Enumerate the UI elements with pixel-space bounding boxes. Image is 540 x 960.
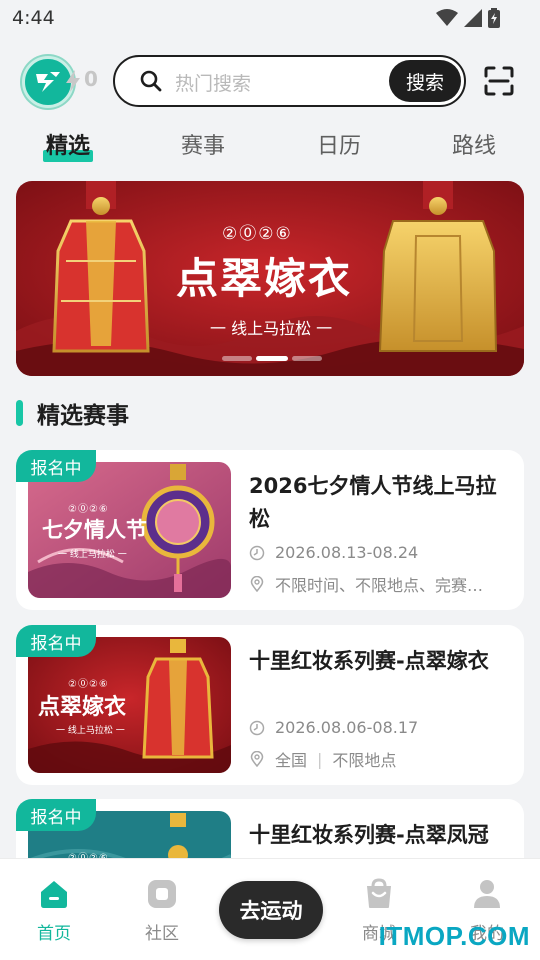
event-location: 全国 bbox=[275, 751, 308, 770]
nav-community-label: 社区 bbox=[145, 924, 179, 944]
battery-icon bbox=[488, 8, 500, 28]
search-bar[interactable]: 热门搜索 搜索 bbox=[113, 55, 466, 107]
watermark: ITMOP.COM bbox=[378, 921, 530, 951]
tab-calendar[interactable]: 日历 bbox=[304, 128, 374, 160]
event-date-row: 2026.08.06-08.17 bbox=[249, 718, 514, 737]
tab-events[interactable]: 赛事 bbox=[168, 128, 238, 160]
logo-runner-icon bbox=[36, 72, 60, 92]
location-pin-icon bbox=[250, 751, 264, 767]
nav-home-label: 首页 bbox=[37, 924, 71, 944]
top-bar: 0 热门搜索 搜索 bbox=[0, 54, 540, 108]
energy-count: 0 bbox=[84, 67, 98, 91]
go-exercise-button[interactable]: 去运动 bbox=[219, 881, 323, 939]
status-time: 4:44 bbox=[12, 7, 55, 29]
event-location-extra: 不限地点 bbox=[332, 751, 397, 770]
status-badge: 报名中 bbox=[16, 450, 96, 482]
status-badge: 报名中 bbox=[16, 625, 96, 657]
tab-featured[interactable]: 精选 bbox=[33, 128, 103, 160]
shopping-bag-icon bbox=[367, 878, 391, 908]
thumbnail-title: 点翠嫁衣 bbox=[38, 694, 127, 720]
category-tabs: 精选 赛事 日历 路线 bbox=[0, 128, 540, 168]
event-date-row: 2026.08.13-08.24 bbox=[249, 543, 514, 562]
community-icon bbox=[148, 880, 176, 908]
banner-title: 点翠嫁衣 bbox=[176, 254, 353, 303]
thumbnail-title: 七夕情人节 bbox=[42, 517, 147, 542]
event-location-row: 不限时间、不限地点、完赛… bbox=[249, 572, 514, 596]
section-accent-bar bbox=[16, 400, 23, 426]
event-title: 2026七夕情人节线上马拉松 bbox=[249, 474, 497, 531]
home-icon bbox=[41, 881, 67, 908]
thumbnail-year: ②⓪②⑥ bbox=[68, 679, 109, 690]
scan-icon[interactable] bbox=[484, 66, 514, 96]
search-button[interactable]: 搜索 bbox=[389, 60, 461, 102]
thumbnail-subtitle: 一 线上马拉松 一 bbox=[58, 550, 127, 560]
user-icon bbox=[474, 880, 500, 908]
event-title: 十里红妆系列赛-点翠嫁衣 bbox=[249, 649, 489, 673]
banner-year: ②⓪②⑥ bbox=[222, 224, 293, 244]
event-date: 2026.08.13-08.24 bbox=[275, 543, 419, 562]
status-icons bbox=[436, 8, 500, 28]
status-badge: 报名中 bbox=[16, 799, 96, 831]
event-location: 不限时间、不限地点、完赛… bbox=[275, 576, 484, 595]
clock-icon bbox=[249, 545, 265, 560]
thumbnail-year: ②⓪②⑥ bbox=[68, 504, 109, 515]
event-title: 十里红妆系列赛-点翠凤冠 bbox=[249, 823, 489, 847]
event-date: 2026.08.06-08.17 bbox=[275, 718, 419, 737]
search-icon bbox=[140, 70, 162, 92]
nav-community[interactable]: 社区 bbox=[122, 877, 202, 944]
banner-dot-3[interactable] bbox=[292, 356, 322, 361]
event-thumbnail: ②⓪②⑥ 七夕情人节 一 线上马拉松 一 bbox=[28, 462, 231, 598]
event-card[interactable]: 报名中 ②⓪②⑥ 七夕情人节 一 线上马拉松 一 2026七夕情人节线上马拉松 … bbox=[16, 450, 524, 610]
banner-dot-2[interactable] bbox=[256, 356, 288, 361]
search-placeholder[interactable]: 热门搜索 bbox=[175, 69, 251, 96]
clock-icon bbox=[249, 720, 265, 735]
wifi-icon bbox=[436, 9, 458, 26]
event-card[interactable]: 报名中 ②⓪②⑥ 点翠嫁衣 一 线上马拉松 一 十里红妆系列赛-点翠嫁衣 202… bbox=[16, 625, 524, 785]
banner-pagination bbox=[222, 356, 322, 361]
tab-routes[interactable]: 路线 bbox=[439, 128, 509, 160]
featured-events-heading: 精选赛事 bbox=[16, 398, 129, 429]
location-pin-icon bbox=[250, 576, 264, 592]
banner-subtitle: 一 线上马拉松 一 bbox=[210, 319, 333, 338]
location-separator: | bbox=[317, 749, 323, 769]
nav-home[interactable]: 首页 bbox=[14, 877, 94, 944]
event-thumbnail: ②⓪②⑥ 点翠嫁衣 一 线上马拉松 一 bbox=[28, 637, 231, 773]
bottom-tab-bar: 首页 社区 去运动 商城 我的 ITMOP.COM bbox=[0, 858, 540, 960]
status-bar: 4:44 bbox=[0, 0, 540, 40]
energy-bolt-icon bbox=[66, 70, 80, 92]
event-location-row: 全国 | 不限地点 bbox=[249, 747, 514, 771]
thumbnail-subtitle: 一 线上马拉松 一 bbox=[56, 726, 125, 736]
signal-icon bbox=[464, 9, 482, 27]
promo-banner[interactable]: ②⓪②⑥ 点翠嫁衣 一 线上马拉松 一 bbox=[16, 181, 524, 376]
banner-dot-1[interactable] bbox=[222, 356, 252, 361]
section-title: 精选赛事 bbox=[37, 403, 129, 429]
